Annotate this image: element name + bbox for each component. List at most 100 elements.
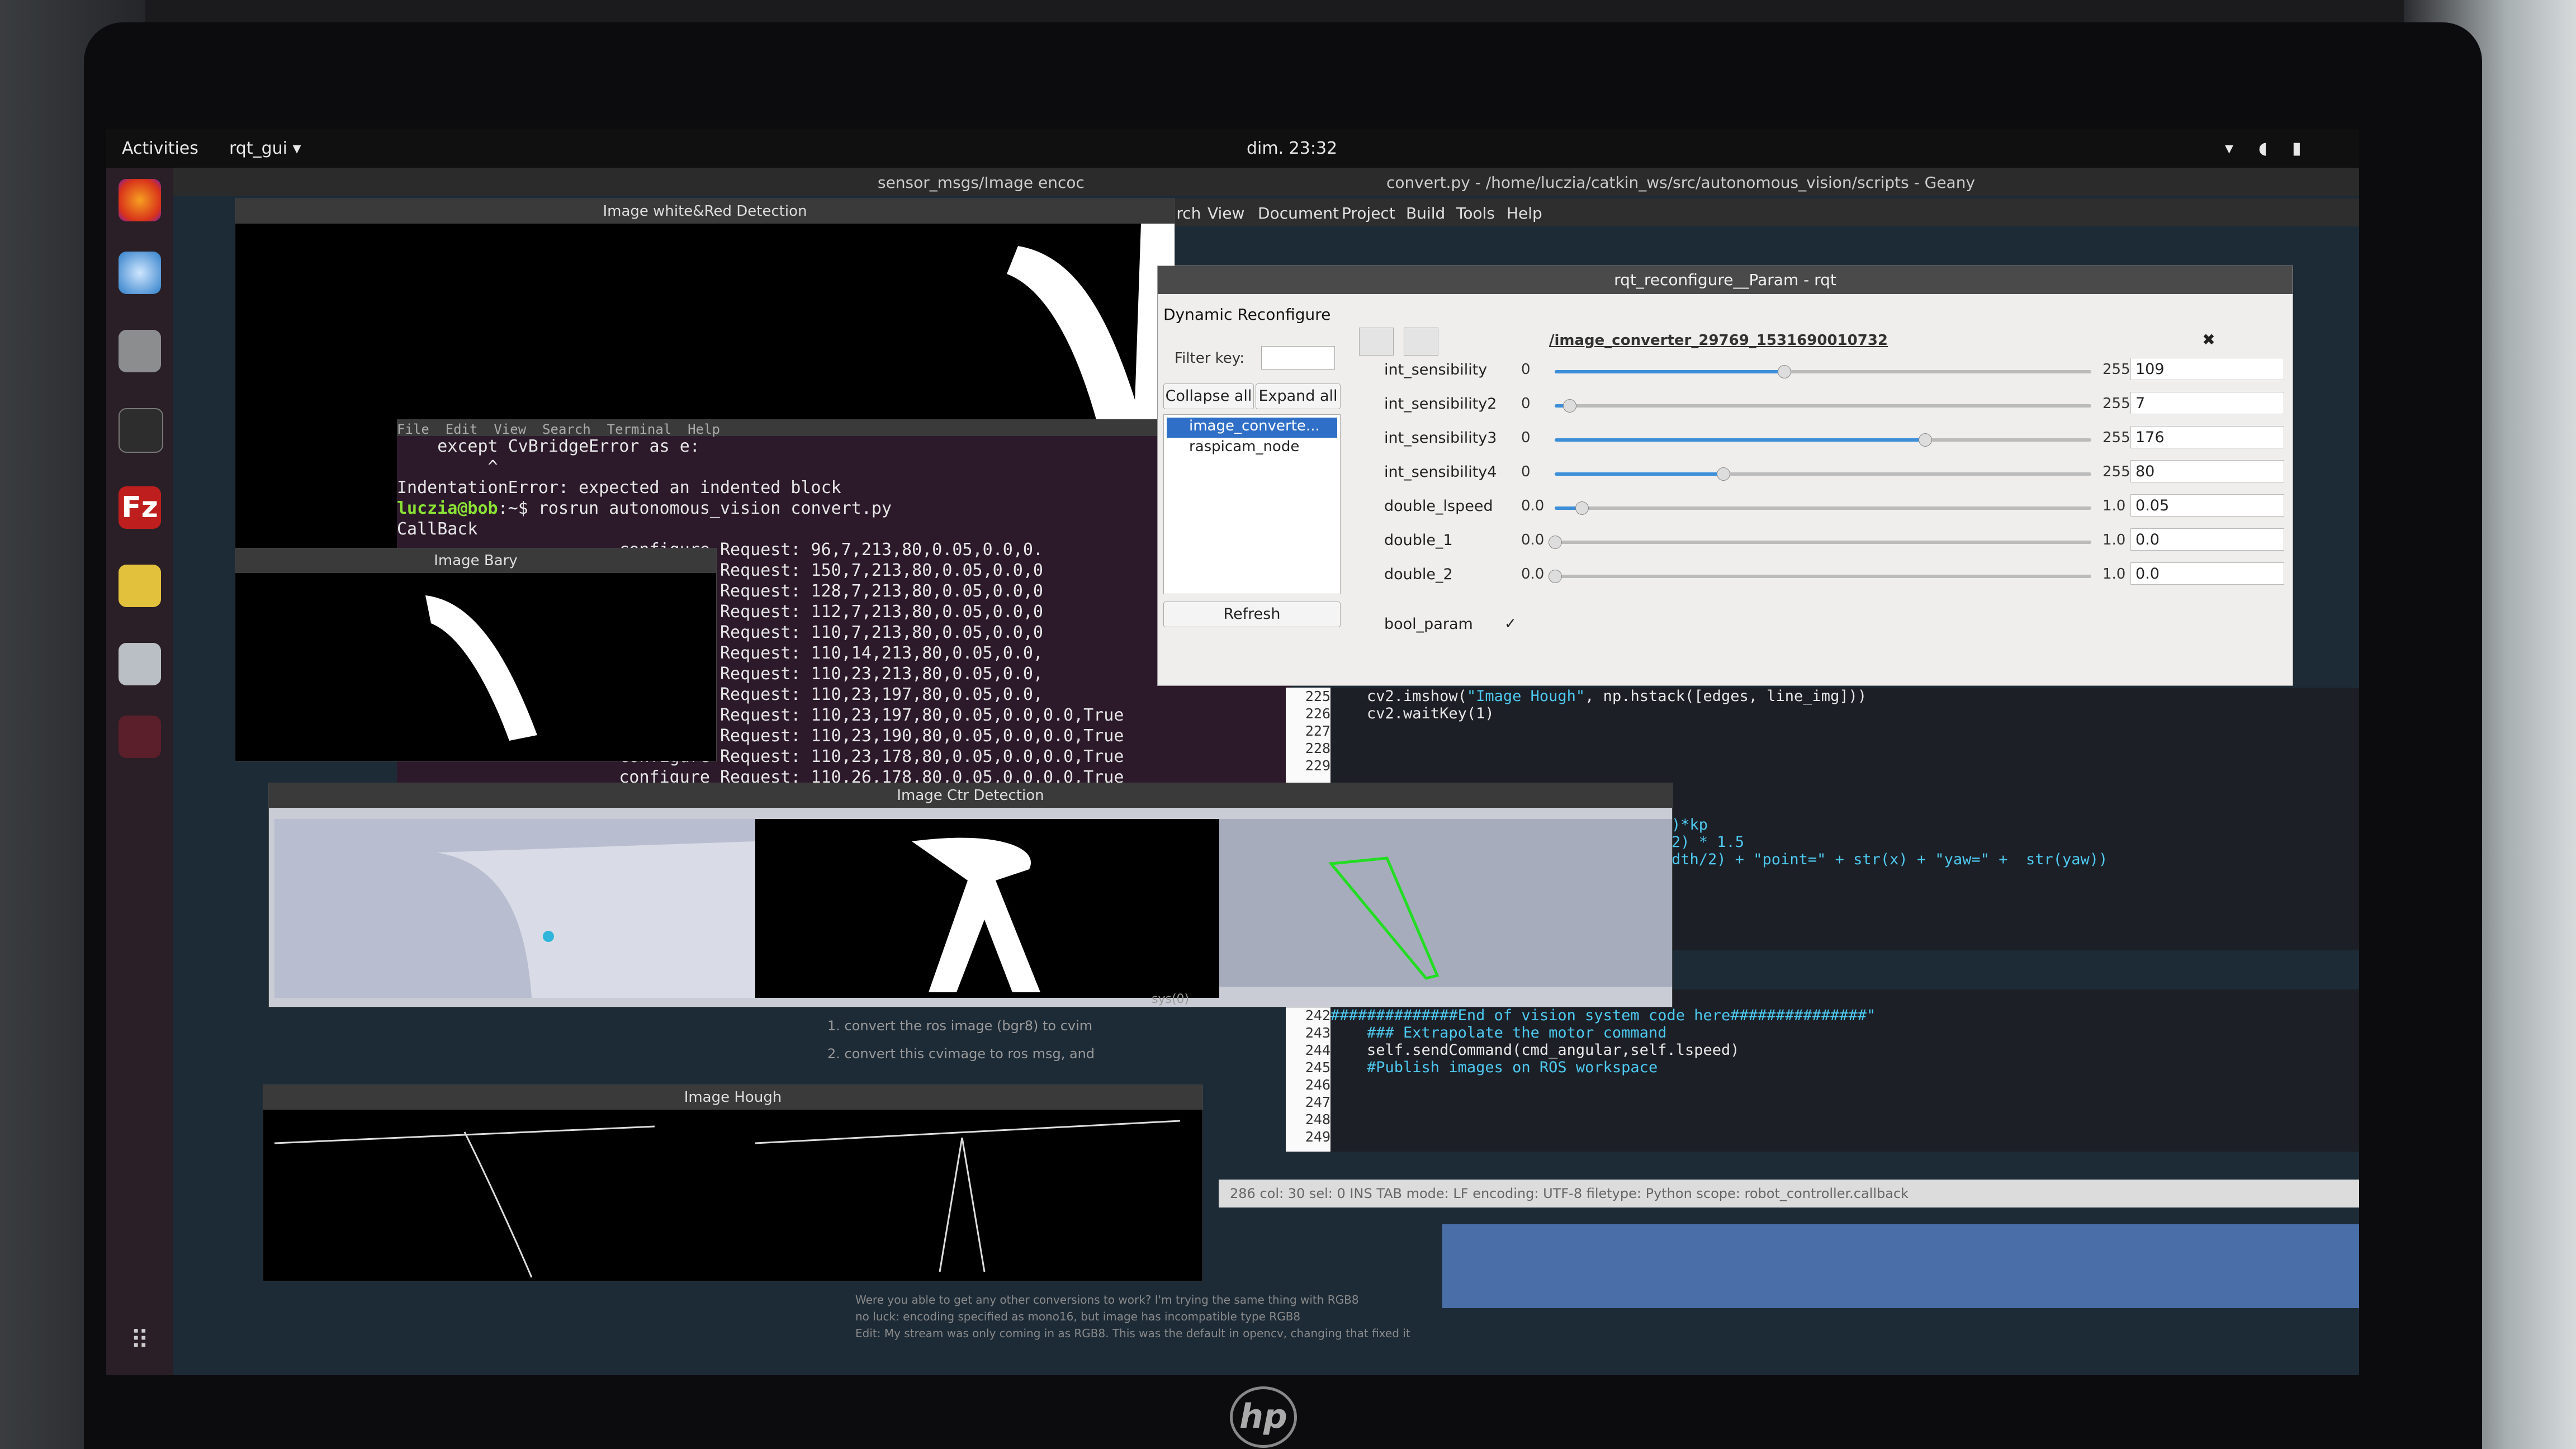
param-min: 0.0	[1521, 498, 1545, 514]
code-token: , np.hstack([edges, line_img]))	[1585, 688, 1867, 705]
line-number: 245	[1305, 1059, 1330, 1076]
param-value-input[interactable]: 7	[2130, 392, 2284, 414]
param-slider[interactable]	[1555, 365, 2091, 378]
line-number: 226	[1305, 705, 1330, 722]
line-number: 227	[1305, 723, 1330, 739]
browser-text-2: no luck: encoding specified as mono16, b…	[855, 1310, 1301, 1323]
param-slider-handle[interactable]	[1575, 501, 1589, 515]
param-slider[interactable]	[1555, 501, 2091, 515]
geany-icon[interactable]	[119, 565, 161, 607]
code-line: )*kp	[1671, 816, 1708, 834]
doc-snippets: 1. convert the ros image (bgr8) to cvim …	[827, 1012, 1230, 1068]
browser-text-3: Edit: My stream was only coming in as RG…	[855, 1327, 1410, 1340]
line-number: 229	[1305, 757, 1330, 774]
param-min: 0	[1521, 361, 1531, 378]
code-line: ### Extrapolate the motor command	[1330, 1024, 1667, 1041]
menu-tools[interactable]: Tools	[1456, 204, 1495, 222]
param-value-input[interactable]: 109	[2130, 358, 2284, 380]
param-min: 0	[1521, 463, 1531, 480]
terminal-text: except CvBridgeError as e:	[397, 437, 700, 456]
code-editor-lower[interactable]: # ~ yaw = 1100##############End of visio…	[1330, 989, 2359, 1152]
save-icon[interactable]	[1404, 328, 1438, 356]
param-value-input[interactable]: 0.0	[2130, 562, 2284, 585]
show-apps-icon[interactable]: ⠿	[119, 1325, 161, 1367]
param-slider[interactable]	[1555, 399, 2091, 413]
param-slider-handle[interactable]	[1717, 467, 1731, 481]
doc-snippet-2: 2. convert this cvimage to ros msg, and	[827, 1046, 1095, 1062]
clock[interactable]: dim. 23:32	[1247, 139, 1337, 158]
menu-document[interactable]: Document	[1258, 204, 1339, 222]
collapse-all-button[interactable]: Collapse all	[1163, 383, 1254, 409]
browser-text: Were you able to get any other conversio…	[855, 1291, 1582, 1358]
code-editor-middle[interactable]: )*kp 2) * 1.5 dth/2) + "point=" + str(x) +…	[1671, 783, 2359, 950]
terminal-icon[interactable]	[119, 408, 163, 453]
param-max: 1.0	[2103, 566, 2126, 583]
activities-button[interactable]: Activities	[122, 139, 198, 158]
line-number: 247	[1305, 1094, 1330, 1110]
wifi-icon[interactable]: ▾	[2225, 139, 2233, 158]
param-slider-fill	[1555, 472, 1723, 476]
expand-all-button[interactable]: Expand all	[1256, 383, 1341, 409]
line-number: 242	[1305, 1007, 1330, 1024]
menu-build[interactable]: Build	[1406, 204, 1445, 222]
firefox-icon[interactable]	[119, 179, 161, 221]
filter-key-input[interactable]	[1261, 346, 1335, 370]
line-number: 228	[1305, 740, 1330, 756]
param-slider-handle[interactable]	[1549, 536, 1562, 549]
param-slider-fill	[1555, 438, 1925, 442]
node-tree: image_converte... raspicam_node	[1163, 414, 1341, 594]
param-slider[interactable]	[1549, 570, 2091, 583]
tree-item-raspicam[interactable]: raspicam_node	[1189, 438, 1299, 455]
image-hough-window: Image Hough	[263, 1085, 1203, 1281]
tree-item-image-converter[interactable]: image_converte...	[1167, 418, 1337, 438]
terminal-prompt: luczia@bob	[397, 499, 498, 518]
param-slider-handle[interactable]	[1919, 433, 1933, 447]
terminal-text: IndentationError: expected an indented b…	[397, 478, 841, 498]
geany-statusbar: 286 col: 30 sel: 0 INS TAB mode: LF enco…	[1219, 1180, 2359, 1208]
code-token: "Image Hough"	[1466, 688, 1585, 705]
param-slider-handle[interactable]	[1562, 399, 1576, 413]
line-number: 248	[1305, 1111, 1330, 1128]
rqt-icon[interactable]	[119, 716, 161, 758]
param-slider[interactable]	[1555, 433, 2091, 447]
battery-icon[interactable]: ▮	[2292, 139, 2302, 158]
ctr-detection-window: Image Ctr Detection	[268, 783, 1673, 1007]
menu-help[interactable]: Help	[1507, 204, 1542, 222]
param-min: 0.0	[1521, 566, 1545, 583]
node-path-label: /image_converter_29769_1531690010732	[1549, 332, 1888, 349]
code-gutter-lower: 241242243244245246247248249	[1286, 989, 1335, 1152]
volume-icon[interactable]: ◖	[2258, 139, 2267, 158]
image-bary-window: Image Bary	[235, 548, 717, 761]
bool-param-checkbox[interactable]: ✓	[1504, 615, 1521, 632]
title-strip: sensor_msgs/Image encoc convert.py - /ho…	[173, 168, 2359, 196]
menu-project[interactable]: Project	[1342, 204, 1395, 222]
ctr-title: Image Ctr Detection	[269, 783, 1672, 808]
files-icon[interactable]	[119, 330, 161, 372]
param-slider-handle[interactable]	[1549, 570, 1562, 583]
hough-title: Image Hough	[263, 1085, 1202, 1110]
image-encoding-title: sensor_msgs/Image encoc	[878, 173, 1085, 192]
param-label: int_sensibility3	[1384, 429, 1497, 447]
laptop-screen: Activities rqt_gui ▾ dim. 23:32 ▾ ◖ ▮ Fz…	[106, 129, 2359, 1375]
param-max: 255	[2103, 429, 2130, 446]
load-icon[interactable]	[1359, 328, 1394, 356]
code-editor-upper[interactable]: cv2.imshow("Image Hough", np.hstack([edg…	[1330, 688, 2359, 783]
menu-view[interactable]: View	[1208, 204, 1244, 222]
thunderbird-icon[interactable]	[119, 252, 161, 294]
param-value-input[interactable]: 0.05	[2130, 494, 2284, 517]
param-slider[interactable]	[1549, 536, 2091, 549]
close-node-icon[interactable]: ✖	[2198, 330, 2220, 353]
filezilla-icon[interactable]: Fz	[119, 486, 161, 529]
param-value-input[interactable]: 176	[2130, 426, 2284, 448]
refresh-button[interactable]: Refresh	[1163, 602, 1341, 627]
code-line: 2) * 1.5	[1671, 834, 1745, 851]
app-menu[interactable]: rqt_gui ▾	[229, 139, 301, 158]
white-red-title: Image white&Red Detection	[235, 199, 1175, 224]
param-slider[interactable]	[1555, 467, 2091, 481]
param-value-input[interactable]: 0.0	[2130, 528, 2284, 551]
param-value-input[interactable]: 80	[2130, 460, 2284, 482]
code-line: cv2.waitKey(1)	[1330, 705, 2359, 722]
param-slider-handle[interactable]	[1777, 365, 1791, 378]
bary-title: Image Bary	[235, 548, 716, 573]
text-editor-icon[interactable]	[119, 643, 161, 685]
